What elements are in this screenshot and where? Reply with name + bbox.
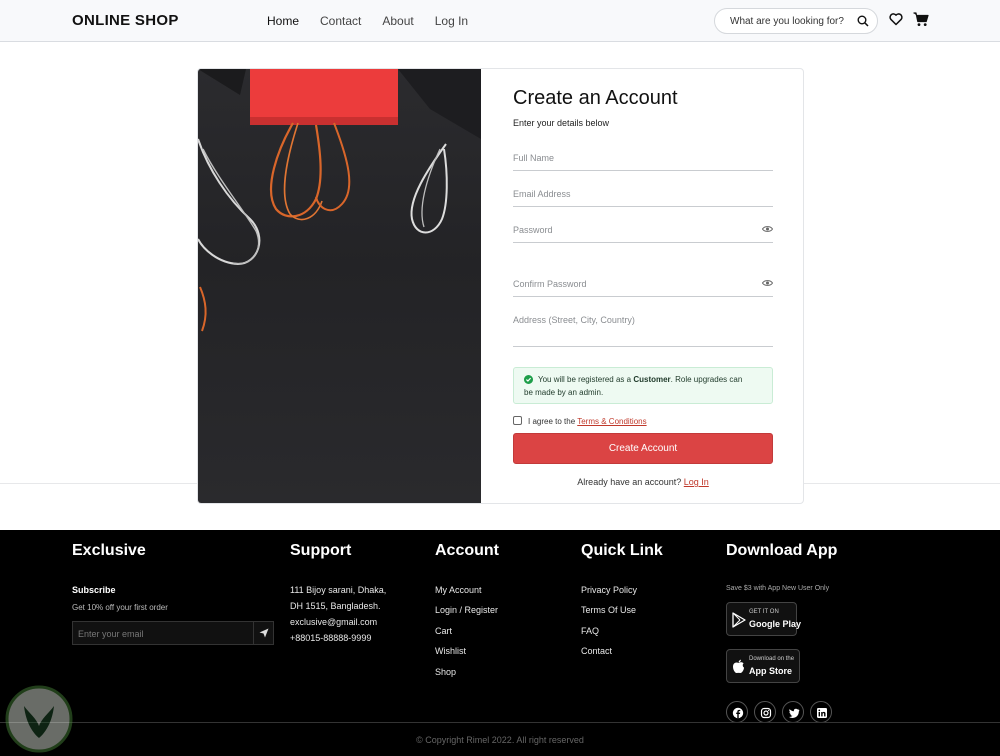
login-prompt: Already have an account? Log In bbox=[577, 477, 709, 487]
email-field[interactable]: Email Address bbox=[513, 185, 773, 207]
footer-quick-link: Quick Link Privacy Policy Terms Of Use F… bbox=[581, 542, 711, 656]
account-title: Account bbox=[435, 542, 499, 559]
site-footer: Exclusive Subscribe Get 10% off your fir… bbox=[0, 530, 1000, 756]
notice-line2: be made by an admin. bbox=[524, 388, 604, 397]
shopping-bag-illustration bbox=[198, 69, 481, 332]
cart-icon[interactable] bbox=[913, 12, 929, 27]
password-field[interactable]: Password bbox=[513, 221, 773, 243]
nav-contact[interactable]: Contact bbox=[320, 14, 361, 28]
signup-card: Create an Account Enter your details bel… bbox=[197, 68, 804, 504]
download-title: Download App bbox=[726, 542, 838, 559]
instagram-icon[interactable] bbox=[754, 701, 776, 723]
subscribe-label: Subscribe bbox=[72, 585, 116, 595]
footer-link-faq[interactable]: FAQ bbox=[581, 626, 599, 636]
eye-icon[interactable] bbox=[762, 225, 773, 233]
google-play-small: GET IT ON bbox=[749, 609, 779, 615]
facebook-icon[interactable] bbox=[726, 701, 748, 723]
footer-download: Download App Save $3 with App New User O… bbox=[726, 542, 876, 727]
nav-home[interactable]: Home bbox=[267, 14, 299, 28]
terms-link[interactable]: Terms & Conditions bbox=[577, 417, 646, 426]
watermark-logo bbox=[5, 685, 73, 753]
google-play-icon bbox=[732, 612, 746, 628]
nav-about[interactable]: About bbox=[382, 14, 413, 28]
apple-icon bbox=[733, 659, 744, 674]
subscribe-email-input[interactable]: Enter your email bbox=[72, 621, 274, 645]
app-store-small: Download on the bbox=[749, 656, 795, 662]
create-account-button[interactable]: Create Account bbox=[513, 433, 773, 464]
support-title: Support bbox=[290, 542, 352, 559]
nav-login[interactable]: Log In bbox=[435, 14, 468, 28]
footer-divider bbox=[0, 722, 1000, 723]
confirm-password-placeholder: Confirm Password bbox=[513, 279, 587, 289]
terms-text: I agree to the Terms & Conditions bbox=[528, 417, 647, 426]
footer-exclusive: Exclusive Subscribe Get 10% off your fir… bbox=[72, 542, 282, 645]
form-title: Create an Account bbox=[513, 87, 678, 109]
download-promo: Save $3 with App New User Only bbox=[726, 585, 830, 592]
app-store-button[interactable]: Download on the App Store bbox=[726, 649, 800, 683]
support-email[interactable]: exclusive@gmail.com bbox=[290, 617, 377, 627]
search-icon[interactable] bbox=[857, 15, 869, 27]
support-phone[interactable]: +88015-88888-9999 bbox=[290, 633, 371, 643]
check-circle-icon bbox=[524, 375, 533, 384]
footer-link-terms[interactable]: Terms Of Use bbox=[581, 605, 636, 615]
twitter-icon[interactable] bbox=[782, 701, 804, 723]
address-field[interactable]: Address (Street, City, Country) bbox=[513, 311, 773, 347]
search-placeholder: What are you looking for? bbox=[730, 16, 844, 27]
main-nav: Home Contact About Log In bbox=[267, 14, 468, 28]
site-logo[interactable]: ONLINE SHOP bbox=[72, 12, 179, 29]
confirm-password-field[interactable]: Confirm Password bbox=[513, 275, 773, 297]
notice-line1: You will be registered as a Customer. Ro… bbox=[538, 375, 743, 384]
footer-link-shop[interactable]: Shop bbox=[435, 667, 456, 677]
linkedin-icon[interactable] bbox=[810, 701, 832, 723]
copyright-text: © Copyright Rimel 2022. All right reserv… bbox=[416, 735, 584, 745]
role-notice: You will be registered as a Customer. Ro… bbox=[513, 367, 773, 404]
login-link[interactable]: Log In bbox=[684, 477, 709, 487]
heart-icon[interactable] bbox=[889, 12, 903, 26]
quick-link-title: Quick Link bbox=[581, 542, 663, 559]
email-placeholder: Enter your email bbox=[78, 629, 144, 639]
footer-account: Account My Account Login / Register Cart… bbox=[435, 542, 565, 677]
exclusive-title: Exclusive bbox=[72, 542, 146, 559]
footer-link-cart[interactable]: Cart bbox=[435, 626, 452, 636]
send-button[interactable] bbox=[253, 622, 273, 644]
hero-image bbox=[198, 69, 481, 503]
app-store-big: App Store bbox=[749, 666, 793, 676]
full-name-placeholder: Full Name bbox=[513, 153, 555, 163]
top-header: ONLINE SHOP Home Contact About Log In Wh… bbox=[0, 0, 1000, 42]
terms-checkbox[interactable] bbox=[513, 416, 522, 425]
full-name-field[interactable]: Full Name bbox=[513, 149, 773, 171]
footer-link-wishlist[interactable]: Wishlist bbox=[435, 646, 466, 656]
support-address-2: DH 1515, Bangladesh. bbox=[290, 601, 381, 611]
address-placeholder: Address (Street, City, Country) bbox=[513, 315, 635, 325]
password-placeholder: Password bbox=[513, 225, 553, 235]
footer-link-login-register[interactable]: Login / Register bbox=[435, 605, 498, 615]
send-icon bbox=[259, 628, 269, 638]
footer-link-my-account[interactable]: My Account bbox=[435, 585, 482, 595]
google-play-button[interactable]: GET IT ON Google Play bbox=[726, 602, 801, 636]
search-input[interactable]: What are you looking for? bbox=[714, 8, 878, 34]
form-subtitle: Enter your details below bbox=[513, 118, 610, 128]
footer-support: Support 111 Bijoy sarani, Dhaka, DH 1515… bbox=[290, 542, 420, 643]
footer-link-contact[interactable]: Contact bbox=[581, 646, 612, 656]
footer-link-privacy[interactable]: Privacy Policy bbox=[581, 585, 637, 595]
google-play-big: Google Play bbox=[749, 619, 802, 629]
eye-icon[interactable] bbox=[762, 279, 773, 287]
support-address-1: 111 Bijoy sarani, Dhaka, bbox=[290, 585, 387, 595]
offer-text: Get 10% off your first order bbox=[72, 603, 168, 612]
email-placeholder: Email Address bbox=[513, 189, 571, 199]
